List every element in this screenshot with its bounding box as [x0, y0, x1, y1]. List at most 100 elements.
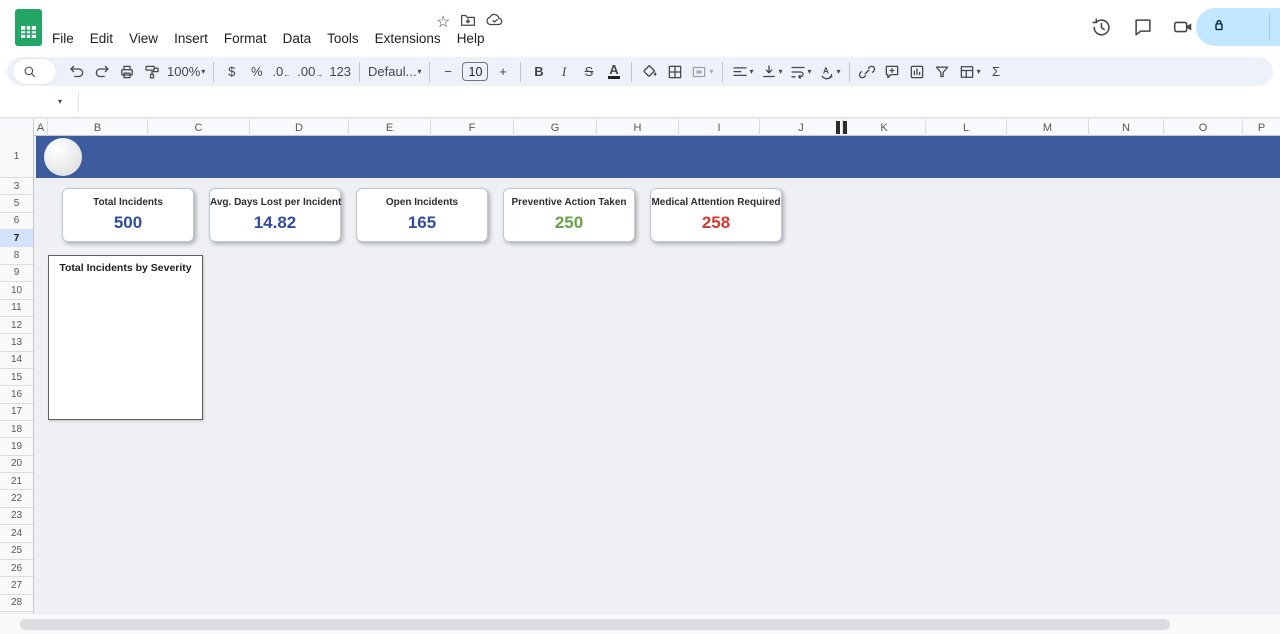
kpi-card-5[interactable]: Medical Attention Required258	[650, 188, 782, 242]
row-header-12[interactable]: 12	[0, 317, 33, 334]
row-header-26[interactable]: 26	[0, 560, 33, 577]
menu-view[interactable]: View	[121, 29, 166, 48]
menu-help[interactable]: Help	[449, 29, 493, 48]
format-currency-button[interactable]: $	[219, 59, 244, 84]
menu-tools[interactable]: Tools	[319, 29, 367, 48]
row-header-20[interactable]: 20	[0, 456, 33, 473]
row-header-18[interactable]: 18	[0, 421, 33, 438]
decrease-font-size-button[interactable]: −	[435, 59, 460, 84]
name-box-caret-icon[interactable]: ▾	[58, 97, 62, 106]
vertical-align-button[interactable]: ▾	[757, 59, 786, 84]
zoom-control[interactable]: 100%▾	[164, 59, 208, 84]
row-header-6[interactable]: 6	[0, 213, 33, 230]
horizontal-scrollbar-thumb[interactable]	[20, 619, 1170, 630]
kpi-card-4[interactable]: Preventive Action Taken250	[503, 188, 635, 242]
menu-data[interactable]: Data	[275, 29, 320, 48]
column-header-E[interactable]: E	[349, 119, 431, 136]
sheets-logo-icon[interactable]	[15, 9, 42, 51]
row-header-17[interactable]: 17	[0, 404, 33, 421]
horizontal-align-button[interactable]: ▾	[728, 59, 757, 84]
dashboard-banner[interactable]	[36, 136, 1280, 178]
row-header-9[interactable]: 9	[0, 265, 33, 282]
select-all-corner[interactable]	[0, 119, 34, 136]
table-views-button[interactable]: ▾	[955, 59, 984, 84]
insert-link-button[interactable]	[855, 59, 880, 84]
row-header-25[interactable]: 25	[0, 543, 33, 560]
column-header-G[interactable]: G	[514, 119, 597, 136]
row-header-11[interactable]: 11	[0, 300, 33, 317]
column-header-F[interactable]: F	[431, 119, 514, 136]
comments-icon[interactable]	[1132, 16, 1156, 40]
paint-format-button[interactable]	[139, 59, 164, 84]
row-header-16[interactable]: 16	[0, 386, 33, 403]
menu-extensions[interactable]: Extensions	[367, 29, 449, 48]
menus-search[interactable]	[13, 59, 56, 84]
italic-button[interactable]: I	[551, 59, 576, 84]
strikethrough-button[interactable]: S	[576, 59, 601, 84]
column-header-O[interactable]: O	[1164, 119, 1243, 136]
insert-comment-button[interactable]	[880, 59, 905, 84]
column-header-P[interactable]: P	[1243, 119, 1280, 136]
severity-donut-panel[interactable]: Total Incidents by Severity	[48, 255, 203, 420]
row-header-27[interactable]: 27	[0, 577, 33, 594]
row-header-8[interactable]: 8	[0, 247, 33, 264]
column-header-M[interactable]: M	[1007, 119, 1089, 136]
row-header-28[interactable]: 28	[0, 595, 33, 612]
decrease-decimals-button[interactable]: .0←	[269, 59, 294, 84]
print-button[interactable]	[114, 59, 139, 84]
text-wrap-button[interactable]: ▾	[786, 59, 815, 84]
row-header-3[interactable]: 3	[0, 178, 33, 195]
text-rotation-button[interactable]: A▾	[815, 59, 844, 84]
row-header-24[interactable]: 24	[0, 525, 33, 542]
kpi-card-3[interactable]: Open Incidents165	[356, 188, 488, 242]
column-header-C[interactable]: C	[148, 119, 250, 136]
row-header-1[interactable]: 1	[0, 136, 33, 178]
menu-insert[interactable]: Insert	[166, 29, 216, 48]
row-header-15[interactable]: 15	[0, 369, 33, 386]
menu-format[interactable]: Format	[216, 29, 275, 48]
increase-font-size-button[interactable]: +	[490, 59, 515, 84]
row-header-5[interactable]: 5	[0, 195, 33, 212]
insert-chart-button[interactable]	[905, 59, 930, 84]
menu-file[interactable]: File	[44, 29, 82, 48]
column-header-K[interactable]: K	[843, 119, 926, 136]
google-sheets-app: ☆ FileEditViewInsertFormatDataToolsExten…	[0, 0, 1280, 634]
more-formats-button[interactable]: 123	[326, 59, 354, 84]
column-header-D[interactable]: D	[250, 119, 349, 136]
undo-button[interactable]	[64, 59, 89, 84]
row-header-10[interactable]: 10	[0, 282, 33, 299]
borders-button[interactable]	[662, 59, 687, 84]
text-color-button[interactable]: A	[601, 59, 626, 84]
merge-cells-button[interactable]: ▾	[687, 59, 716, 84]
column-header-B[interactable]: B	[48, 119, 148, 136]
column-header-A[interactable]: A	[34, 119, 48, 136]
increase-decimals-button[interactable]: .00→	[294, 59, 326, 84]
bold-button[interactable]: B	[526, 59, 551, 84]
share-button[interactable]	[1196, 8, 1280, 46]
kpi-card-2[interactable]: Avg. Days Lost per Incident14.82	[209, 188, 341, 242]
row-header-7[interactable]: 7	[0, 230, 33, 247]
font-size-input[interactable]: 10	[462, 62, 488, 81]
row-header-19[interactable]: 19	[0, 438, 33, 455]
format-percent-button[interactable]: %	[244, 59, 269, 84]
kpi-card-1[interactable]: Total Incidents500	[62, 188, 194, 242]
video-call-icon[interactable]	[1172, 16, 1196, 40]
column-header-J[interactable]: J	[760, 119, 843, 136]
font-family-select[interactable]: Defaul...▾	[365, 59, 424, 84]
column-header-H[interactable]: H	[597, 119, 679, 136]
column-header-I[interactable]: I	[679, 119, 760, 136]
row-header-14[interactable]: 14	[0, 352, 33, 369]
row-header-21[interactable]: 21	[0, 473, 33, 490]
row-header-13[interactable]: 13	[0, 334, 33, 351]
column-header-N[interactable]: N	[1089, 119, 1164, 136]
create-filter-button[interactable]	[930, 59, 955, 84]
version-history-icon[interactable]	[1090, 16, 1114, 40]
kpi-label: Preventive Action Taken	[504, 197, 634, 208]
row-header-23[interactable]: 23	[0, 508, 33, 525]
row-header-22[interactable]: 22	[0, 491, 33, 508]
menu-edit[interactable]: Edit	[82, 29, 121, 48]
column-header-L[interactable]: L	[926, 119, 1007, 136]
functions-button[interactable]: Σ	[984, 59, 1009, 84]
redo-button[interactable]	[89, 59, 114, 84]
fill-color-button[interactable]	[637, 59, 662, 84]
